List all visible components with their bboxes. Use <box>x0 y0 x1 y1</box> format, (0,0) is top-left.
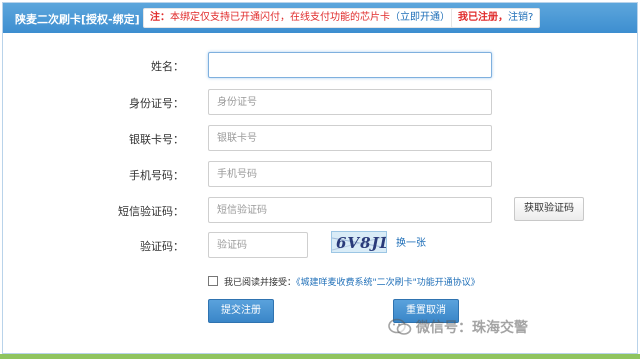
id-label: 身份证号： <box>129 97 184 110</box>
captcha-label: 验证码： <box>140 240 184 253</box>
notice-box: 注：本绑定仅支持已开通闪付，在线支付功能的芯片卡（立即开通） <box>143 8 457 28</box>
open-now-link[interactable]: （立即开通） <box>390 12 450 23</box>
captcha-text: 6V8JL <box>336 234 387 252</box>
get-code-button[interactable]: 获取验证码 <box>514 197 584 221</box>
agreement-prefix: 我已阅读并接受： <box>224 278 297 288</box>
bank-card-input[interactable] <box>208 125 492 151</box>
sms-code-label: 短信验证码： <box>118 205 184 218</box>
title-bar: 陕麦二次刷卡[授权-绑定] 注：本绑定仅支持已开通闪付，在线支付功能的芯片卡（立… <box>3 3 637 33</box>
refresh-captcha-link[interactable]: 换一张 <box>396 234 426 249</box>
submit-register-button[interactable]: 提交注册 <box>208 299 274 323</box>
sms-code-input[interactable] <box>208 197 492 223</box>
captcha-image[interactable]: 6V8JL <box>331 231 387 253</box>
phone-label: 手机号码： <box>129 169 184 182</box>
card-label: 银联卡号： <box>129 133 184 146</box>
notice-text: 本绑定仅支持已开通闪付，在线支付功能的芯片卡 <box>170 12 390 23</box>
id-number-input[interactable] <box>208 89 492 115</box>
logout-link[interactable]: 注销? <box>508 12 533 23</box>
registered-box: 我已注册，注销? <box>451 8 541 28</box>
name-label: 姓名： <box>151 60 184 73</box>
registered-text: 我已注册， <box>458 12 508 23</box>
watermark-text: 微信号：珠海交警 <box>416 320 528 336</box>
agreement-link[interactable]: 《城建咩麦收费系统"二次刷卡"功能开通协议》 <box>296 278 480 288</box>
window-title: 陕麦二次刷卡[授权-绑定] <box>15 13 140 26</box>
bottom-bar <box>0 354 640 359</box>
wechat-icon <box>388 318 412 335</box>
name-input[interactable] <box>208 52 492 78</box>
phone-input[interactable] <box>208 161 492 187</box>
captcha-input[interactable] <box>208 232 308 258</box>
agree-checkbox[interactable] <box>208 276 218 286</box>
notice-prefix: 注： <box>150 12 170 23</box>
wechat-watermark: 微信号：珠海交警 <box>388 312 528 342</box>
agreement-statement: 我已阅读并接受：《城建咩麦收费系统"二次刷卡"功能开通协议》 <box>224 275 480 288</box>
